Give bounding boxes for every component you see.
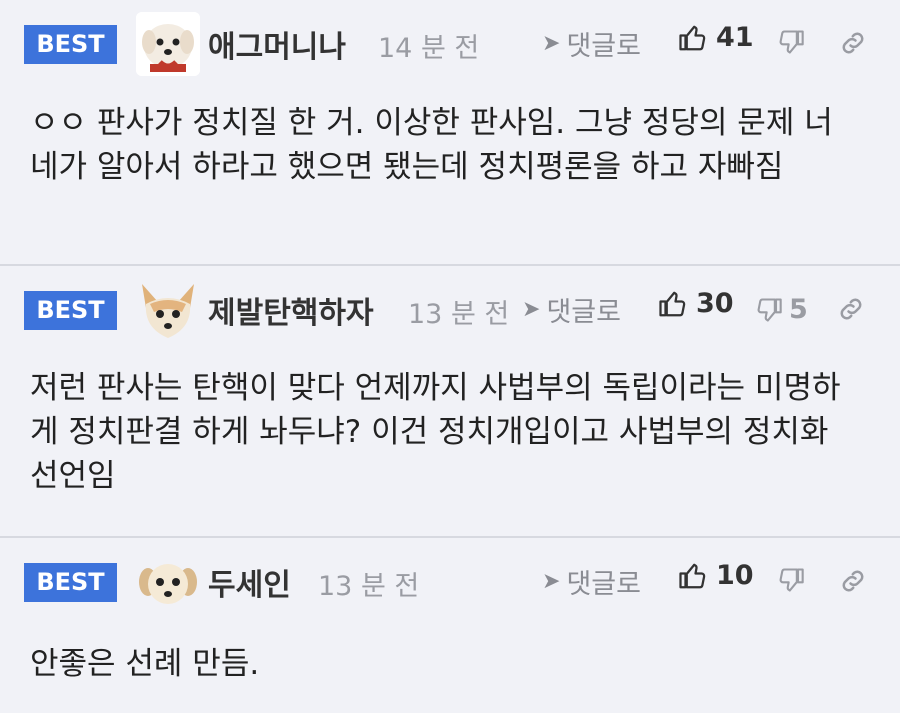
nickname[interactable]: 제발탄핵하자 xyxy=(208,288,374,332)
send-arrow-icon: ➤ xyxy=(542,31,561,56)
comment-text: 안좋은 선례 만듬. xyxy=(30,646,260,682)
reply-label: 댓글로 xyxy=(566,569,641,600)
comment-item: BEST 두세인 13 분 전 ➤ 댓글로 10 안좋은 선례 만듬. xyxy=(0,538,900,713)
like-button[interactable]: 41 xyxy=(678,22,754,53)
link-icon[interactable] xyxy=(838,566,868,596)
thumbs-down-icon xyxy=(779,30,804,54)
thumbs-up-icon xyxy=(679,25,706,50)
reply-label: 댓글로 xyxy=(546,297,621,328)
avatar[interactable] xyxy=(136,278,200,342)
thumbs-up-icon xyxy=(679,563,706,588)
comment-header: BEST 두세인 13 분 전 ➤ 댓글로 10 xyxy=(0,538,900,618)
avatar[interactable] xyxy=(136,12,200,76)
comment-text: 저런 판사는 탄핵이 맞다 언제까지 사법부의 독립이라는 미명하게 정치판결 … xyxy=(30,370,841,494)
comment-text: ㅇㅇ 판사가 정치질 한 거. 이상한 판사임. 그냥 정당의 문제 너네가 알… xyxy=(30,105,833,185)
thumbs-down-icon xyxy=(779,568,804,592)
link-icon[interactable] xyxy=(838,28,868,58)
comment-item: BEST 제발탄핵하자 13 분 전 ➤ 댓글로 30 5 저런 판사는 탄핵이… xyxy=(0,266,900,536)
send-arrow-icon: ➤ xyxy=(522,297,541,322)
reply-button[interactable]: ➤ 댓글로 xyxy=(542,562,641,601)
send-arrow-icon: ➤ xyxy=(542,569,561,594)
thumbs-up-icon xyxy=(659,291,686,316)
dislike-button[interactable] xyxy=(777,28,811,56)
best-badge: BEST xyxy=(24,291,117,330)
comment-header: BEST 제발탄핵하자 13 분 전 ➤ 댓글로 30 5 xyxy=(0,266,900,346)
like-button[interactable]: 30 xyxy=(658,288,734,319)
like-button[interactable]: 10 xyxy=(678,560,754,591)
like-count: 30 xyxy=(696,288,734,319)
reply-label: 댓글로 xyxy=(566,31,641,62)
reply-button[interactable]: ➤ 댓글로 xyxy=(522,290,621,329)
dislike-button[interactable]: 5 xyxy=(755,294,808,325)
timestamp: 13 분 전 xyxy=(408,299,508,330)
like-count: 41 xyxy=(716,22,754,53)
avatar[interactable] xyxy=(136,550,200,614)
reply-button[interactable]: ➤ 댓글로 xyxy=(542,24,641,63)
thumbs-down-icon xyxy=(757,297,782,322)
comment-header: BEST 애그머니나 14 분 전 ➤ 댓글로 41 xyxy=(0,0,900,80)
like-count: 10 xyxy=(716,560,754,591)
timestamp: 13 분 전 xyxy=(318,571,420,602)
dislike-button[interactable] xyxy=(777,566,811,594)
dislike-count: 5 xyxy=(789,294,808,325)
nickname[interactable]: 두세인 xyxy=(208,560,291,604)
nickname[interactable]: 애그머니나 xyxy=(208,22,346,66)
best-badge: BEST xyxy=(24,25,117,64)
link-icon[interactable] xyxy=(836,294,866,324)
best-badge: BEST xyxy=(24,563,117,602)
timestamp: 14 분 전 xyxy=(378,33,480,64)
comment-item: BEST 애그머니나 14 분 전 ➤ 댓글로 41 ㅇㅇ 판사가 정치질 한 … xyxy=(0,0,900,264)
